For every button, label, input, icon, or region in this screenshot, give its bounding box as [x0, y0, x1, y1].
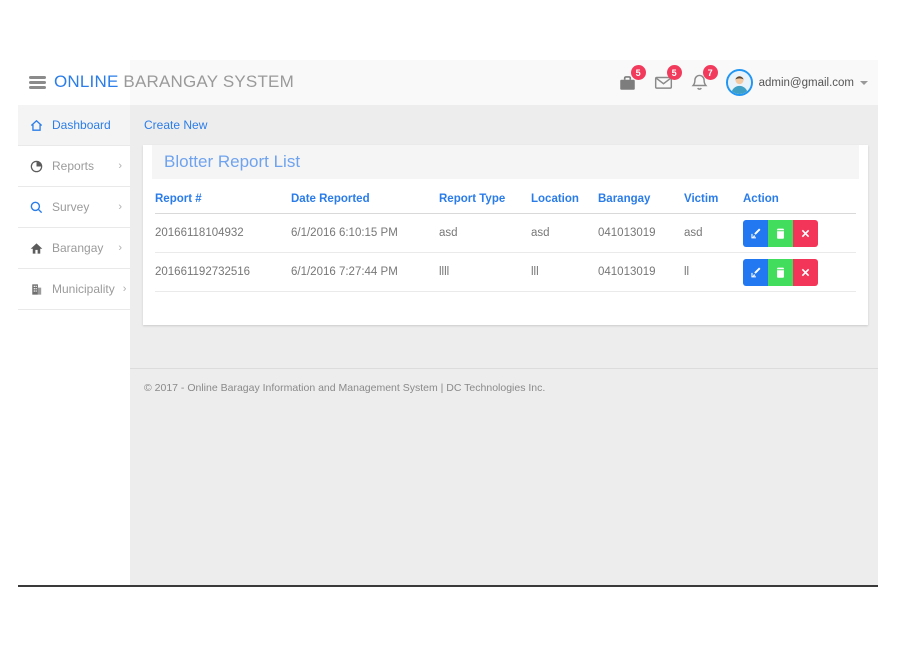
messages-badge: 5: [667, 65, 682, 80]
sidebar-item-reports[interactable]: Reports ›: [18, 146, 130, 187]
cell-barangay: 041013019: [598, 214, 684, 253]
sidebar-item-barangay[interactable]: Barangay ›: [18, 228, 130, 269]
view-button[interactable]: [768, 259, 793, 286]
cell-report-type: asd: [439, 214, 531, 253]
table-header-row: Report # Date Reported Report Type Locat…: [155, 188, 856, 214]
blotter-table: Report # Date Reported Report Type Locat…: [155, 188, 856, 292]
building-icon: [29, 282, 44, 297]
action-button-group: [743, 259, 818, 286]
app-window: ONLINE BARANGAY SYSTEM 5 5: [18, 60, 878, 587]
home-icon: [29, 118, 44, 133]
delete-button[interactable]: [793, 220, 818, 247]
x-icon: [801, 229, 810, 238]
edit-button[interactable]: [743, 259, 768, 286]
house-icon: [29, 241, 44, 256]
cell-date-reported: 6/1/2016 6:10:15 PM: [291, 214, 439, 253]
tasks-badge: 5: [631, 65, 646, 80]
col-date-reported: Date Reported: [291, 188, 439, 214]
book-icon: [774, 227, 787, 240]
col-action: Action: [743, 188, 856, 214]
create-new-link[interactable]: Create New: [144, 118, 207, 132]
cell-location: asd: [531, 214, 598, 253]
tasks-menu[interactable]: 5: [618, 73, 637, 92]
avatar: [726, 69, 753, 96]
chevron-right-icon: ›: [118, 243, 122, 254]
search-icon: [29, 200, 44, 215]
sidebar-item-label: Dashboard: [52, 118, 111, 132]
sidebar-item-municipality[interactable]: Municipality ›: [18, 269, 130, 310]
chevron-right-icon: ›: [123, 284, 127, 295]
sidebar-item-label: Survey: [52, 200, 89, 214]
cell-location: lll: [531, 253, 598, 292]
edit-button[interactable]: [743, 220, 768, 247]
sidebar-item-dashboard[interactable]: Dashboard: [18, 105, 130, 146]
main-content: Create New Blotter Report List Report # …: [130, 105, 878, 585]
view-button[interactable]: [768, 220, 793, 247]
col-victim: Victim: [684, 188, 743, 214]
pie-chart-icon: [29, 159, 44, 174]
sidebar-item-label: Reports: [52, 159, 94, 173]
sidebar: Dashboard Reports › Survey ›: [18, 105, 130, 585]
sidebar-item-survey[interactable]: Survey ›: [18, 187, 130, 228]
cell-report-type: llll: [439, 253, 531, 292]
window-bottom-edge: [18, 585, 878, 587]
user-menu[interactable]: admin@gmail.com: [726, 69, 868, 96]
action-button-group: [743, 220, 818, 247]
book-icon: [774, 266, 787, 279]
alerts-badge: 7: [703, 65, 718, 80]
table-row: 201661192732516 6/1/2016 7:27:44 PM llll…: [155, 253, 856, 292]
alerts-menu[interactable]: 7: [690, 73, 709, 92]
top-bar-right: 5 5 7: [618, 60, 868, 105]
top-bar: ONLINE BARANGAY SYSTEM 5 5: [18, 60, 878, 105]
col-report-type: Report Type: [439, 188, 531, 214]
user-email: admin@gmail.com: [759, 77, 854, 89]
cell-date-reported: 6/1/2016 7:27:44 PM: [291, 253, 439, 292]
cell-actions: [743, 253, 856, 292]
table-row: 20166118104932 6/1/2016 6:10:15 PM asd a…: [155, 214, 856, 253]
delete-button[interactable]: [793, 259, 818, 286]
messages-menu[interactable]: 5: [654, 73, 673, 92]
pencil-icon: [749, 227, 762, 240]
cell-actions: [743, 214, 856, 253]
menu-toggle-icon[interactable]: [29, 76, 46, 91]
chevron-right-icon: ›: [118, 161, 122, 172]
pencil-icon: [749, 266, 762, 279]
blotter-report-panel: Blotter Report List Report # Date Report…: [143, 145, 868, 325]
cell-barangay: 041013019: [598, 253, 684, 292]
sidebar-item-label: Barangay: [52, 241, 103, 255]
panel-heading: Blotter Report List: [152, 145, 859, 179]
chevron-down-icon: [860, 81, 868, 85]
cell-victim: asd: [684, 214, 743, 253]
chevron-right-icon: ›: [118, 202, 122, 213]
footer-copyright: © 2017 - Online Baragay Information and …: [130, 369, 878, 394]
app-body: Dashboard Reports › Survey ›: [18, 105, 878, 585]
cell-report-no: 201661192732516: [155, 253, 291, 292]
col-barangay: Barangay: [598, 188, 684, 214]
sidebar-item-label: Municipality: [52, 282, 115, 296]
app-title: ONLINE BARANGAY SYSTEM: [54, 72, 294, 92]
x-icon: [801, 268, 810, 277]
col-report-no: Report #: [155, 188, 291, 214]
col-location: Location: [531, 188, 598, 214]
app-title-rest: BARANGAY SYSTEM: [119, 72, 294, 91]
app-title-highlight: ONLINE: [54, 72, 119, 91]
cell-victim: ll: [684, 253, 743, 292]
panel-title: Blotter Report List: [164, 152, 300, 171]
cell-report-no: 20166118104932: [155, 214, 291, 253]
blotter-table-wrap: Report # Date Reported Report Type Locat…: [143, 188, 868, 292]
page: ONLINE BARANGAY SYSTEM 5 5: [0, 0, 900, 650]
